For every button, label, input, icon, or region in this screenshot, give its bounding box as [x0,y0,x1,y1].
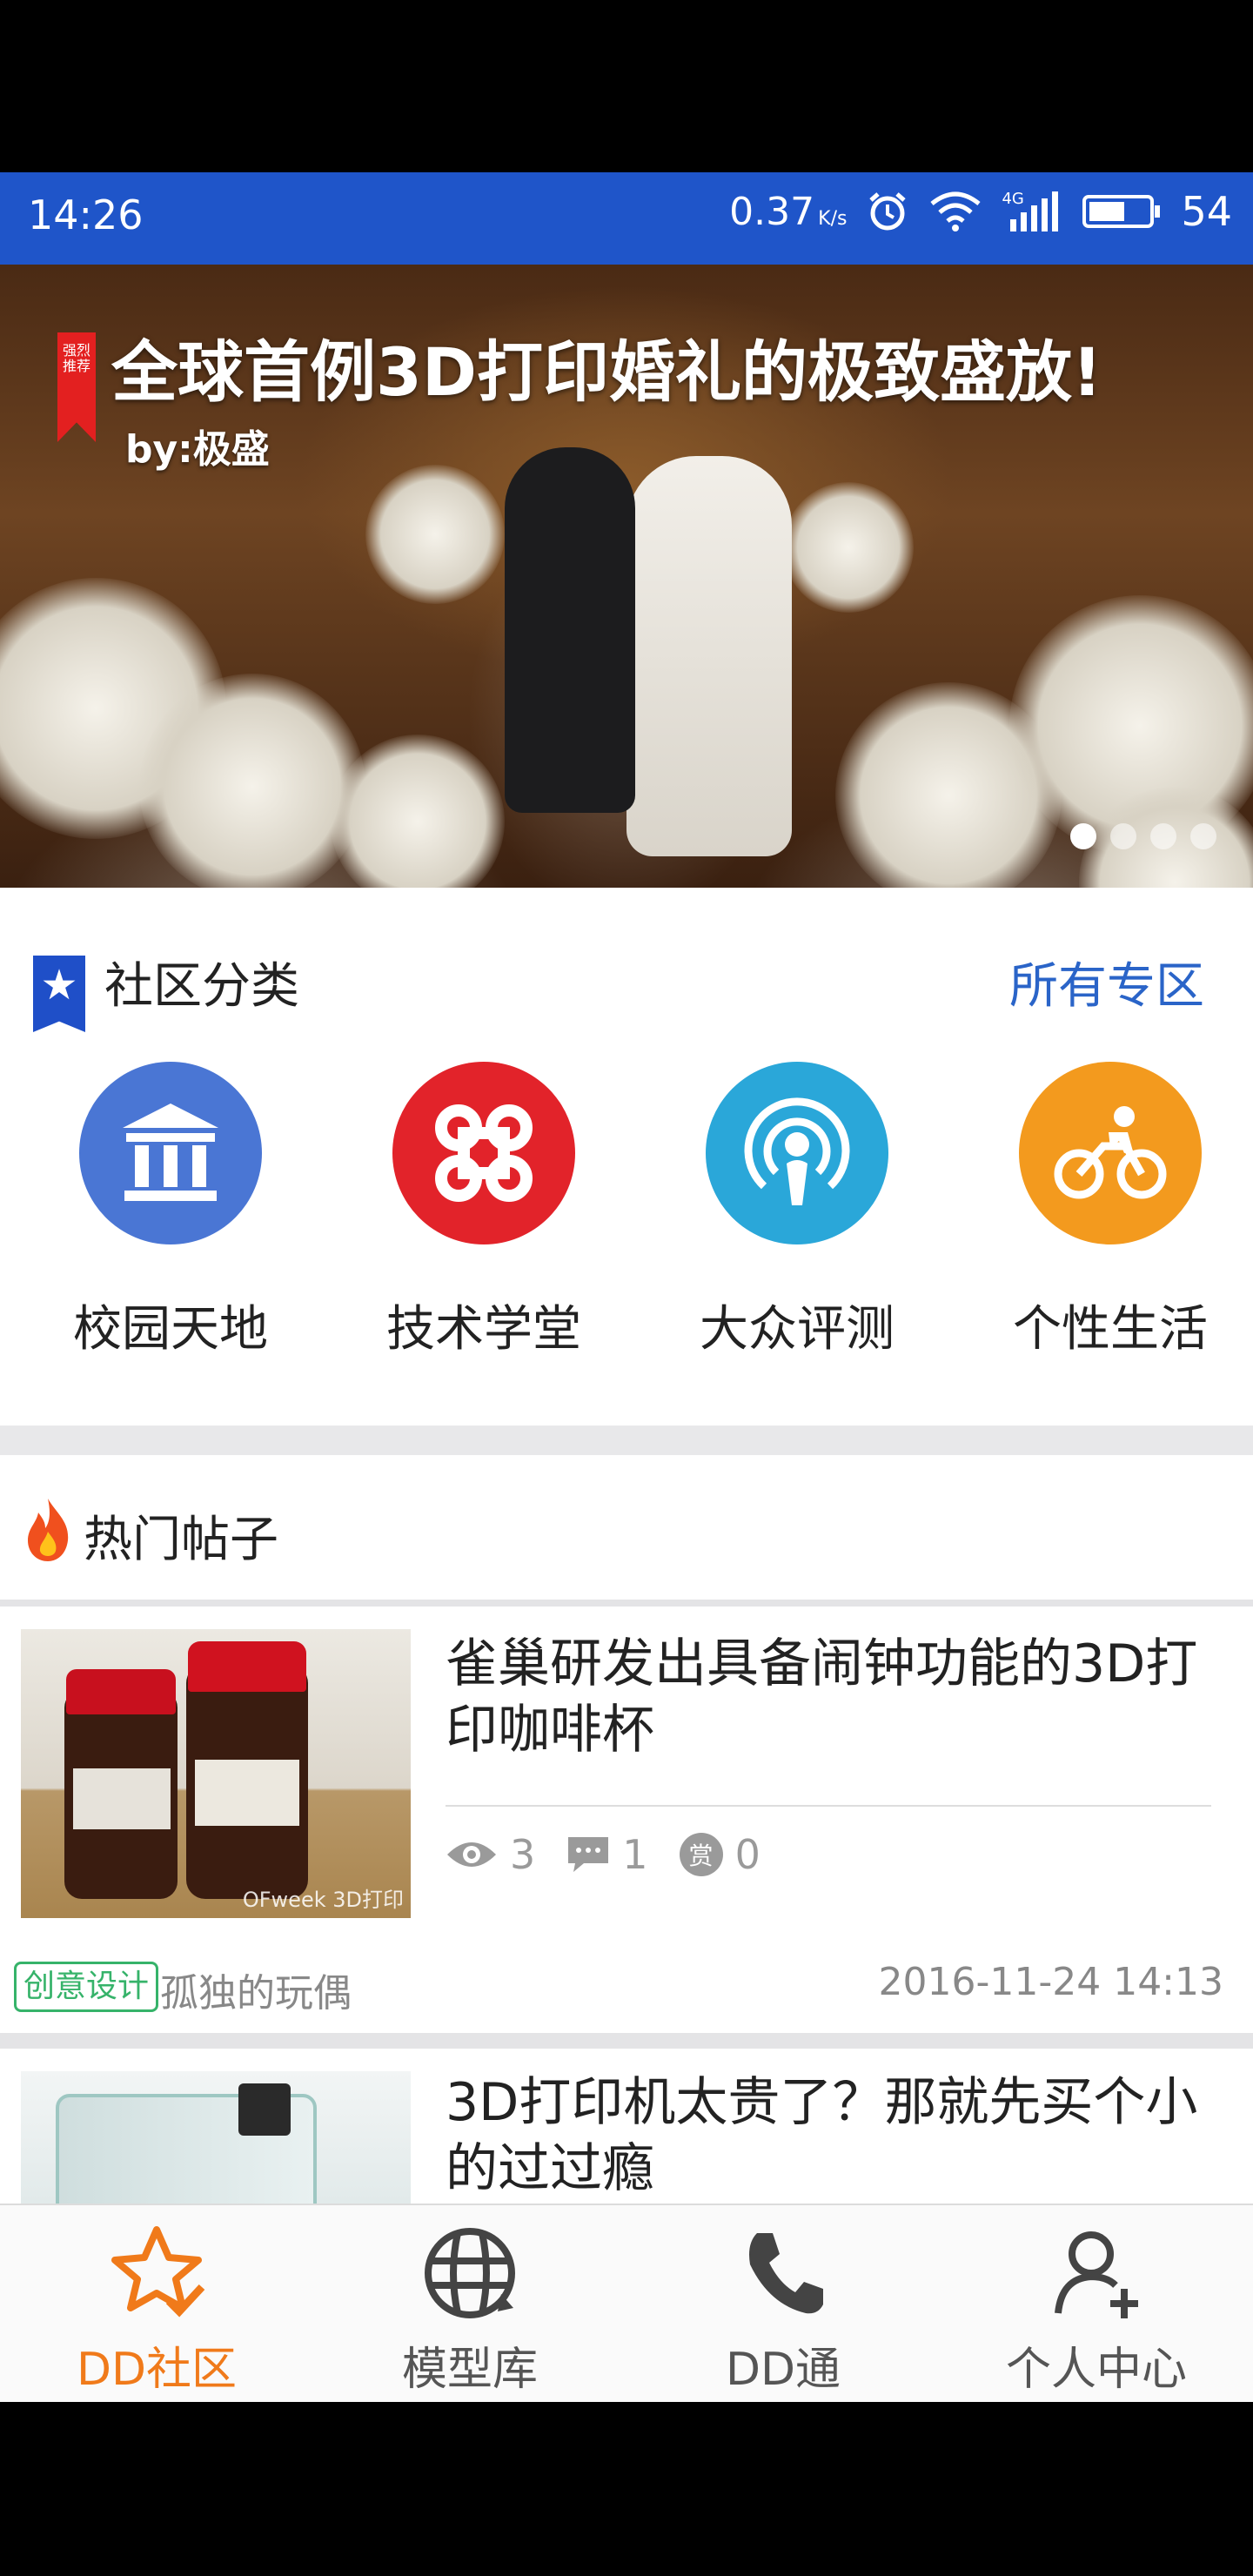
user-add-icon [1055,2231,1138,2318]
thumbnail-watermark: OFweek 3D打印 [242,1888,404,1912]
cell-signal-icon: 4G [1002,190,1062,233]
post-thumbnail [21,2071,411,2204]
post-stats: 3 1 赏 0 [446,1831,761,1878]
category-label: 个性生活 [1013,1301,1208,1358]
banner-photo-bride [626,456,792,856]
reward-count: 0 [734,1831,761,1878]
category-label: 技术学堂 [386,1301,581,1358]
category-review[interactable]: 大众评测 [667,1062,928,1360]
carousel-indicator [1070,823,1216,849]
hot-posts-title: 热门帖子 [84,1512,278,1568]
eye-icon [447,1842,496,1867]
category-life[interactable]: 个性生活 [980,1062,1241,1360]
section-divider [0,1600,1253,1607]
command-key-icon [392,1062,575,1244]
star-bookmark-icon: ★ [33,956,85,1032]
post-author[interactable]: 孤独的玩偶 [160,1962,352,2017]
comment-count: 1 [622,1831,648,1878]
podcast-icon [706,1062,888,1244]
post-item[interactable]: 3D打印机太贵了？那就先买个小的过过瘾 [0,2049,1253,2204]
reward-icon: 赏 [679,1833,723,1876]
globe-grid-icon [425,2228,515,2318]
star-check-icon [111,2226,205,2318]
carousel-dot[interactable] [1190,823,1216,849]
banner-title: 全球首例3D打印婚礼的极致盛放! [111,333,1102,411]
carousel-dot[interactable] [1110,823,1136,849]
cyclist-icon [1019,1062,1202,1244]
status-bar: 14:26 0.37 K/s 4G 54 [0,172,1253,265]
status-time: 14:26 [28,191,144,238]
post-title: 雀巢研发出具备闹钟功能的3D打印咖啡杯 [446,1633,1198,1761]
flame-icon [28,1499,69,1561]
tab-dd-tong[interactable]: DD通 [626,2205,940,2404]
community-title: 社区分类 [104,958,299,1015]
carousel-dot[interactable] [1150,823,1176,849]
post-divider [446,1805,1211,1807]
comment-icon [568,1837,609,1872]
tab-label: DD通 [725,2344,841,2396]
post-thumbnail: OFweek 3D打印 [21,1629,411,1918]
battery-level: 54 [1181,188,1232,235]
category-tech[interactable]: 技术学堂 [353,1062,614,1360]
wifi-icon [930,191,982,231]
main-content[interactable]: ★ 社区分类 所有专区 校园天地 技术学堂 大众评测 个性生活 热门帖子 OFw… [0,888,1253,2204]
category-label: 校园天地 [73,1301,268,1358]
status-icons: 0.37 K/s 4G 54 [729,188,1232,235]
all-sections-link[interactable]: 所有专区 [1009,947,1204,1017]
post-date: 2016-11-24 14:13 [878,1960,1224,2004]
carousel-dot[interactable] [1070,823,1096,849]
bottom-navigation: DD社区 模型库 DD通 个人中心 [0,2204,1253,2402]
category-campus[interactable]: 校园天地 [40,1062,301,1360]
post-category-tag[interactable]: 创意设计 [14,1962,159,2012]
view-count: 3 [510,1831,536,1878]
post-separator [0,2033,1253,2049]
post-title: 3D打印机太贵了？那就先买个小的过过瘾 [446,2072,1198,2199]
tab-personal-center[interactable]: 个人中心 [940,2205,1253,2404]
alarm-icon [869,192,907,231]
network-speed: 0.37 K/s [729,189,848,234]
pillar-building-icon [79,1062,262,1244]
battery-icon [1082,195,1161,228]
category-label: 大众评测 [700,1301,895,1358]
tab-label: 个人中心 [1005,2344,1187,2396]
category-list: 校园天地 技术学堂 大众评测 个性生活 [0,1062,1253,1410]
banner-photo-groom [505,447,635,813]
tab-label: DD社区 [76,2344,238,2396]
post-item[interactable]: OFweek 3D打印 雀巢研发出具备闹钟功能的3D打印咖啡杯 3 1 赏 0 … [0,1607,1253,2033]
banner-author: by:极盛 [125,427,270,472]
phone-icon [749,2233,823,2314]
community-header: ★ 社区分类 所有专区 [0,929,1253,1032]
section-divider [0,1426,1253,1455]
tab-dd-community[interactable]: DD社区 [0,2205,313,2404]
tab-label: 模型库 [401,2344,538,2396]
tab-model-library[interactable]: 模型库 [313,2205,626,2404]
featured-banner[interactable]: 强烈推荐 全球首例3D打印婚礼的极致盛放! by:极盛 [0,265,1253,888]
recommend-ribbon: 强烈推荐 [57,332,96,442]
